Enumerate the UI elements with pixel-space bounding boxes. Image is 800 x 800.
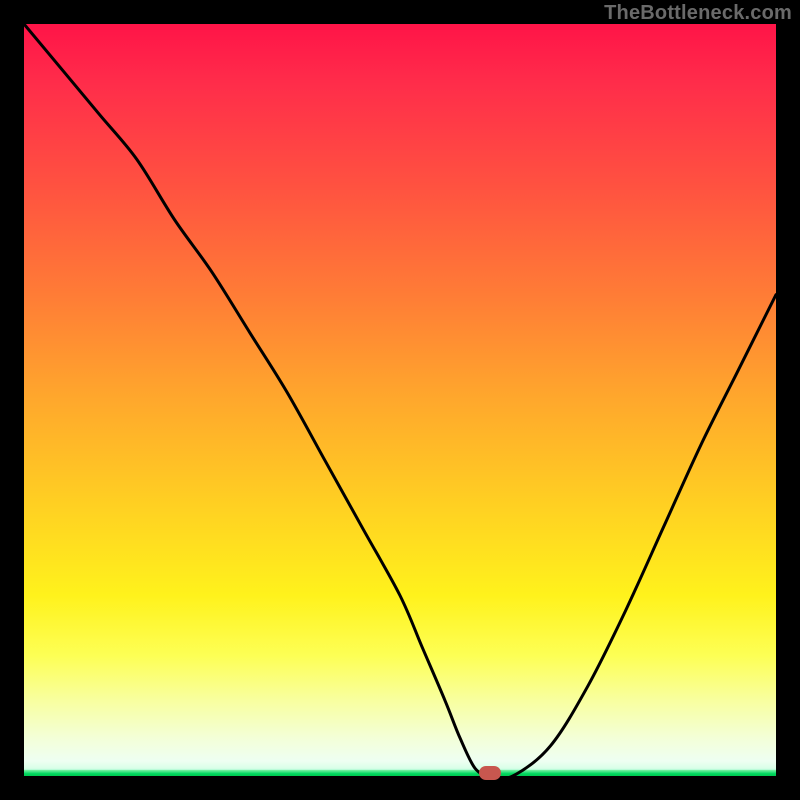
optimal-point-marker — [479, 766, 501, 780]
watermark-text: TheBottleneck.com — [604, 2, 792, 25]
green-baseline-strip — [24, 770, 776, 776]
plot-area — [24, 24, 776, 776]
chart-frame: TheBottleneck.com — [0, 0, 800, 800]
